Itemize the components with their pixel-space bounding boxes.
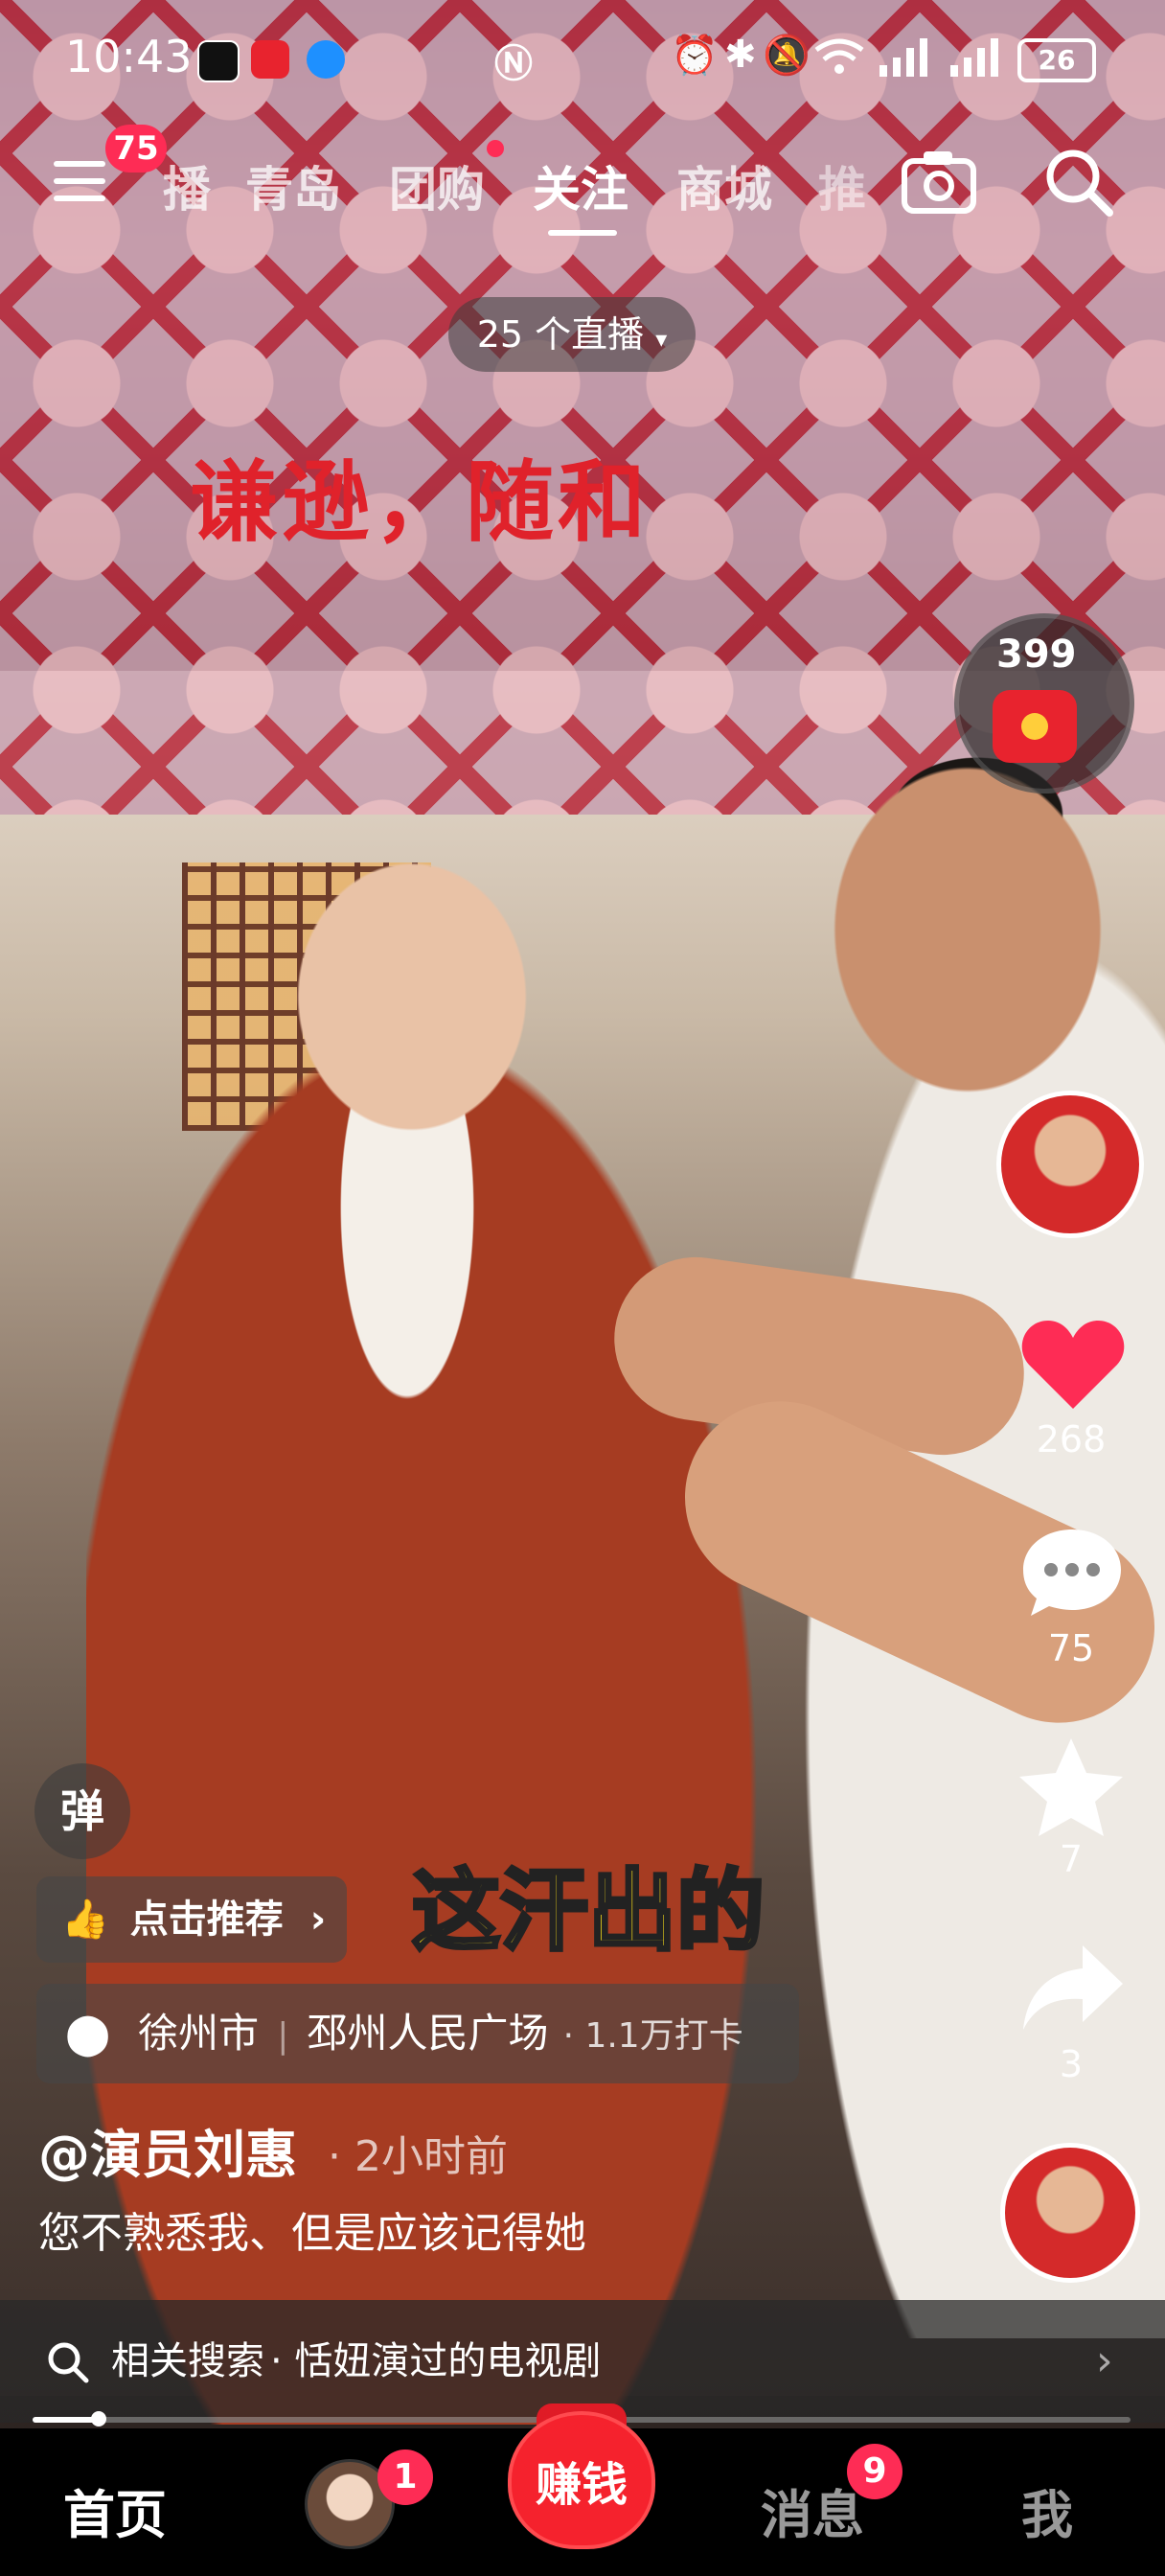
red-envelope-icon bbox=[993, 690, 1077, 763]
tab-home[interactable]: 首页 bbox=[63, 2472, 167, 2548]
heart-icon[interactable] bbox=[1019, 1317, 1127, 1413]
share-icon[interactable] bbox=[1019, 1940, 1127, 2036]
red-packet-count: 399 bbox=[996, 632, 1077, 677]
chevron-right-icon: › bbox=[309, 1898, 327, 1942]
video-description[interactable]: 您不熟悉我、但是应该记得她 bbox=[38, 2198, 586, 2260]
tab-active-indicator bbox=[548, 230, 617, 236]
favorite-count: 7 bbox=[1059, 1838, 1084, 1880]
tab-me[interactable]: 我 bbox=[1021, 2472, 1073, 2548]
live-count-pill[interactable]: 25 个直播 ▾ bbox=[448, 297, 696, 372]
menu-badge: 75 bbox=[105, 125, 167, 172]
bluetooth-icon: ✱ bbox=[724, 33, 757, 77]
chevron-right-icon: › bbox=[1096, 2336, 1113, 2385]
location-divider: | bbox=[277, 2016, 289, 2056]
friends-badge: 1 bbox=[377, 2450, 433, 2505]
chevron-down-icon: ▾ bbox=[655, 326, 668, 353]
signal-icon bbox=[879, 38, 927, 77]
tab-live[interactable]: 播 bbox=[163, 151, 211, 220]
status-time: 10:43 bbox=[65, 31, 193, 82]
video-progress-knob[interactable] bbox=[90, 2411, 106, 2426]
location-pin-icon: ⬤ bbox=[65, 2010, 111, 2057]
related-search-prefix: 相关搜索 bbox=[111, 2339, 264, 2383]
video-overlay-caption: 谦逊，随和 bbox=[190, 451, 651, 554]
tab-qingdao[interactable]: 青岛 bbox=[245, 151, 341, 220]
video-progress-fill bbox=[33, 2417, 99, 2423]
location-checkins: · 1.1万打卡 bbox=[562, 2016, 743, 2056]
thumbs-up-icon: 👍 bbox=[61, 1898, 109, 1942]
tab-group-buy[interactable]: 团购 bbox=[389, 151, 485, 220]
post-time: · 2小时前 bbox=[328, 2132, 508, 2181]
qq-icon bbox=[197, 40, 240, 82]
share-count: 3 bbox=[1059, 2043, 1084, 2085]
video-subtitle: 这汗出的 bbox=[410, 1858, 766, 1965]
alarm-icon: ⏰ bbox=[671, 34, 719, 78]
mute-icon: 🔕 bbox=[763, 34, 811, 78]
tab-follow[interactable]: 关注 bbox=[533, 151, 628, 220]
search-icon bbox=[48, 2342, 89, 2383]
recommend-label: 点击推荐 bbox=[129, 1898, 284, 1942]
location-pill[interactable]: ⬤ 徐州市 | 邳州人民广场 · 1.1万打卡 bbox=[36, 1984, 799, 2083]
author-name[interactable]: @演员刘惠 bbox=[38, 2112, 297, 2188]
search-icon[interactable] bbox=[1042, 146, 1115, 218]
comment-icon[interactable] bbox=[1019, 1524, 1125, 1620]
video-feed-screen[interactable]: 10:43 Ⓝ ⏰ ✱ 🔕 26 75 播 青岛 团购 关注 商城 推 25 个… bbox=[0, 0, 1165, 2576]
menu-icon[interactable] bbox=[54, 161, 105, 201]
earn-button[interactable]: 赚钱 bbox=[512, 2415, 651, 2545]
location-city: 徐州市 bbox=[138, 2010, 260, 2057]
wifi-icon bbox=[814, 38, 864, 74]
comment-count: 75 bbox=[1047, 1627, 1095, 1669]
tab-follow-dot bbox=[487, 140, 504, 157]
app-icon bbox=[251, 40, 289, 79]
nfc-icon: Ⓝ bbox=[494, 42, 533, 86]
tab-mall[interactable]: 商城 bbox=[676, 151, 772, 220]
danmaku-toggle-button[interactable]: 弹 bbox=[34, 1763, 130, 1859]
recommend-button[interactable]: 👍 点击推荐 › bbox=[36, 1876, 347, 1963]
browser-icon bbox=[307, 40, 345, 79]
author-avatar[interactable] bbox=[996, 1091, 1144, 1238]
camera-icon[interactable] bbox=[901, 148, 977, 217]
location-place: 邳州人民广场 bbox=[307, 2010, 549, 2057]
tab-messages[interactable]: 消息 bbox=[761, 2472, 864, 2548]
star-icon[interactable] bbox=[1016, 1735, 1127, 1840]
music-disc-avatar[interactable] bbox=[1000, 2143, 1140, 2283]
messages-badge: 9 bbox=[847, 2444, 902, 2499]
live-count-label: 25 个直播 bbox=[476, 313, 645, 356]
tab-recommend[interactable]: 推 bbox=[818, 151, 866, 220]
battery-icon: 26 bbox=[1017, 38, 1096, 82]
signal-icon bbox=[950, 38, 998, 77]
like-count: 268 bbox=[1036, 1418, 1107, 1460]
